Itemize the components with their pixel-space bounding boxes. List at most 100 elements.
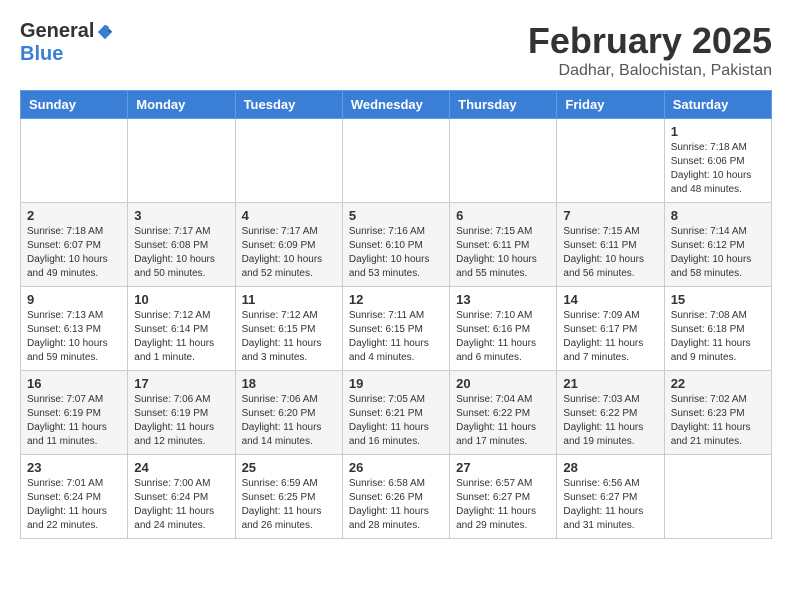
day-info: Sunrise: 7:02 AM Sunset: 6:23 PM Dayligh…	[671, 393, 765, 449]
calendar-cell: 2 Sunrise: 7:18 AM Sunset: 6:07 PM Daylig…	[21, 203, 128, 287]
day-number: 25	[242, 460, 336, 475]
day-info: Sunrise: 6:59 AM Sunset: 6:25 PM Dayligh…	[242, 477, 336, 533]
calendar-cell	[128, 119, 235, 203]
day-info: Sunrise: 7:15 AM Sunset: 6:11 PM Dayligh…	[563, 225, 657, 281]
day-number: 13	[456, 292, 550, 307]
day-number: 14	[563, 292, 657, 307]
day-number: 26	[349, 460, 443, 475]
day-info: Sunrise: 7:06 AM Sunset: 6:19 PM Dayligh…	[134, 393, 228, 449]
day-number: 18	[242, 376, 336, 391]
calendar-cell: 19 Sunrise: 7:05 AM Sunset: 6:21 PM Dayli…	[342, 371, 449, 455]
day-info: Sunrise: 6:57 AM Sunset: 6:27 PM Dayligh…	[456, 477, 550, 533]
calendar-cell: 11Sunrise: 7:12 AM Sunset: 6:15 PM Dayli…	[235, 287, 342, 371]
calendar-cell: 5 Sunrise: 7:16 AM Sunset: 6:10 PM Daylig…	[342, 203, 449, 287]
calendar-cell	[664, 455, 771, 539]
day-info: Sunrise: 7:10 AM Sunset: 6:16 PM Dayligh…	[456, 309, 550, 365]
day-info: Sunrise: 7:08 AM Sunset: 6:18 PM Dayligh…	[671, 309, 765, 365]
logo-blue-text: Blue	[20, 43, 63, 65]
logo-general-text: General	[20, 20, 94, 43]
day-info: Sunrise: 7:16 AM Sunset: 6:10 PM Dayligh…	[349, 225, 443, 281]
day-number: 10	[134, 292, 228, 307]
day-number: 24	[134, 460, 228, 475]
calendar-cell	[21, 119, 128, 203]
day-info: Sunrise: 7:04 AM Sunset: 6:22 PM Dayligh…	[456, 393, 550, 449]
calendar-cell	[557, 119, 664, 203]
calendar-table: SundayMondayTuesdayWednesdayThursdayFrid…	[20, 90, 772, 539]
title-block: February 2025 Dadhar, Balochistan, Pakis…	[528, 20, 772, 80]
calendar-cell: 15Sunrise: 7:08 AM Sunset: 6:18 PM Dayli…	[664, 287, 771, 371]
day-number: 19	[349, 376, 443, 391]
day-info: Sunrise: 7:14 AM Sunset: 6:12 PM Dayligh…	[671, 225, 765, 281]
calendar-weekday-wednesday: Wednesday	[342, 91, 449, 119]
calendar-weekday-tuesday: Tuesday	[235, 91, 342, 119]
day-info: Sunrise: 7:17 AM Sunset: 6:08 PM Dayligh…	[134, 225, 228, 281]
day-number: 23	[27, 460, 121, 475]
calendar-cell: 9 Sunrise: 7:13 AM Sunset: 6:13 PM Daylig…	[21, 287, 128, 371]
calendar-cell: 17 Sunrise: 7:06 AM Sunset: 6:19 PM Dayli…	[128, 371, 235, 455]
calendar-week-row: 1 Sunrise: 7:18 AM Sunset: 6:06 PM Daylig…	[21, 119, 772, 203]
day-info: Sunrise: 7:17 AM Sunset: 6:09 PM Dayligh…	[242, 225, 336, 281]
calendar-cell	[342, 119, 449, 203]
calendar-cell: 10 Sunrise: 7:12 AM Sunset: 6:14 PM Dayli…	[128, 287, 235, 371]
day-info: Sunrise: 6:56 AM Sunset: 6:27 PM Dayligh…	[563, 477, 657, 533]
day-info: Sunrise: 7:05 AM Sunset: 6:21 PM Dayligh…	[349, 393, 443, 449]
day-info: Sunrise: 7:13 AM Sunset: 6:13 PM Dayligh…	[27, 309, 121, 365]
calendar-week-row: 23 Sunrise: 7:01 AM Sunset: 6:24 PM Dayli…	[21, 455, 772, 539]
day-number: 28	[563, 460, 657, 475]
calendar-cell: 3 Sunrise: 7:17 AM Sunset: 6:08 PM Daylig…	[128, 203, 235, 287]
calendar-cell: 13 Sunrise: 7:10 AM Sunset: 6:16 PM Dayli…	[450, 287, 557, 371]
day-info: Sunrise: 7:18 AM Sunset: 6:07 PM Dayligh…	[27, 225, 121, 281]
day-number: 9	[27, 292, 121, 307]
calendar-cell: 26 Sunrise: 6:58 AM Sunset: 6:26 PM Dayli…	[342, 455, 449, 539]
calendar-cell: 16Sunrise: 7:07 AM Sunset: 6:19 PM Dayli…	[21, 371, 128, 455]
day-number: 3	[134, 208, 228, 223]
day-info: Sunrise: 7:12 AM Sunset: 6:14 PM Dayligh…	[134, 309, 228, 365]
calendar-cell: 23 Sunrise: 7:01 AM Sunset: 6:24 PM Dayli…	[21, 455, 128, 539]
calendar-cell: 8 Sunrise: 7:14 AM Sunset: 6:12 PM Daylig…	[664, 203, 771, 287]
month-title: February 2025	[528, 20, 772, 62]
day-info: Sunrise: 6:58 AM Sunset: 6:26 PM Dayligh…	[349, 477, 443, 533]
day-number: 21	[563, 376, 657, 391]
day-info: Sunrise: 7:12 AM Sunset: 6:15 PM Dayligh…	[242, 309, 336, 365]
location-title: Dadhar, Balochistan, Pakistan	[528, 62, 772, 80]
calendar-week-row: 9 Sunrise: 7:13 AM Sunset: 6:13 PM Daylig…	[21, 287, 772, 371]
day-info: Sunrise: 7:18 AM Sunset: 6:06 PM Dayligh…	[671, 141, 765, 197]
calendar-week-row: 16Sunrise: 7:07 AM Sunset: 6:19 PM Dayli…	[21, 371, 772, 455]
day-number: 8	[671, 208, 765, 223]
day-number: 16	[27, 376, 121, 391]
calendar-cell: 28 Sunrise: 6:56 AM Sunset: 6:27 PM Dayli…	[557, 455, 664, 539]
day-number: 1	[671, 124, 765, 139]
calendar-cell: 24 Sunrise: 7:00 AM Sunset: 6:24 PM Dayli…	[128, 455, 235, 539]
day-info: Sunrise: 7:09 AM Sunset: 6:17 PM Dayligh…	[563, 309, 657, 365]
calendar-cell: 27 Sunrise: 6:57 AM Sunset: 6:27 PM Dayli…	[450, 455, 557, 539]
day-info: Sunrise: 7:11 AM Sunset: 6:15 PM Dayligh…	[349, 309, 443, 365]
day-number: 17	[134, 376, 228, 391]
day-number: 27	[456, 460, 550, 475]
calendar-cell: 18 Sunrise: 7:06 AM Sunset: 6:20 PM Dayli…	[235, 371, 342, 455]
calendar-header-row: SundayMondayTuesdayWednesdayThursdayFrid…	[21, 91, 772, 119]
calendar-cell: 4 Sunrise: 7:17 AM Sunset: 6:09 PM Daylig…	[235, 203, 342, 287]
calendar-cell: 1 Sunrise: 7:18 AM Sunset: 6:06 PM Daylig…	[664, 119, 771, 203]
logo-icon	[96, 23, 114, 41]
calendar-cell	[235, 119, 342, 203]
calendar-cell: 7Sunrise: 7:15 AM Sunset: 6:11 PM Daylig…	[557, 203, 664, 287]
day-number: 5	[349, 208, 443, 223]
calendar-cell: 6Sunrise: 7:15 AM Sunset: 6:11 PM Daylig…	[450, 203, 557, 287]
calendar-week-row: 2 Sunrise: 7:18 AM Sunset: 6:07 PM Daylig…	[21, 203, 772, 287]
day-info: Sunrise: 7:01 AM Sunset: 6:24 PM Dayligh…	[27, 477, 121, 533]
calendar-cell: 21Sunrise: 7:03 AM Sunset: 6:22 PM Dayli…	[557, 371, 664, 455]
day-info: Sunrise: 7:06 AM Sunset: 6:20 PM Dayligh…	[242, 393, 336, 449]
logo: General Blue	[20, 20, 114, 66]
calendar-cell: 14 Sunrise: 7:09 AM Sunset: 6:17 PM Dayli…	[557, 287, 664, 371]
calendar-weekday-monday: Monday	[128, 91, 235, 119]
day-info: Sunrise: 7:00 AM Sunset: 6:24 PM Dayligh…	[134, 477, 228, 533]
calendar-cell: 25 Sunrise: 6:59 AM Sunset: 6:25 PM Dayli…	[235, 455, 342, 539]
page-header: General Blue February 2025 Dadhar, Baloc…	[20, 20, 772, 80]
calendar-cell	[450, 119, 557, 203]
calendar-weekday-friday: Friday	[557, 91, 664, 119]
calendar-weekday-saturday: Saturday	[664, 91, 771, 119]
day-number: 4	[242, 208, 336, 223]
calendar-cell: 22Sunrise: 7:02 AM Sunset: 6:23 PM Dayli…	[664, 371, 771, 455]
day-number: 2	[27, 208, 121, 223]
calendar-weekday-sunday: Sunday	[21, 91, 128, 119]
